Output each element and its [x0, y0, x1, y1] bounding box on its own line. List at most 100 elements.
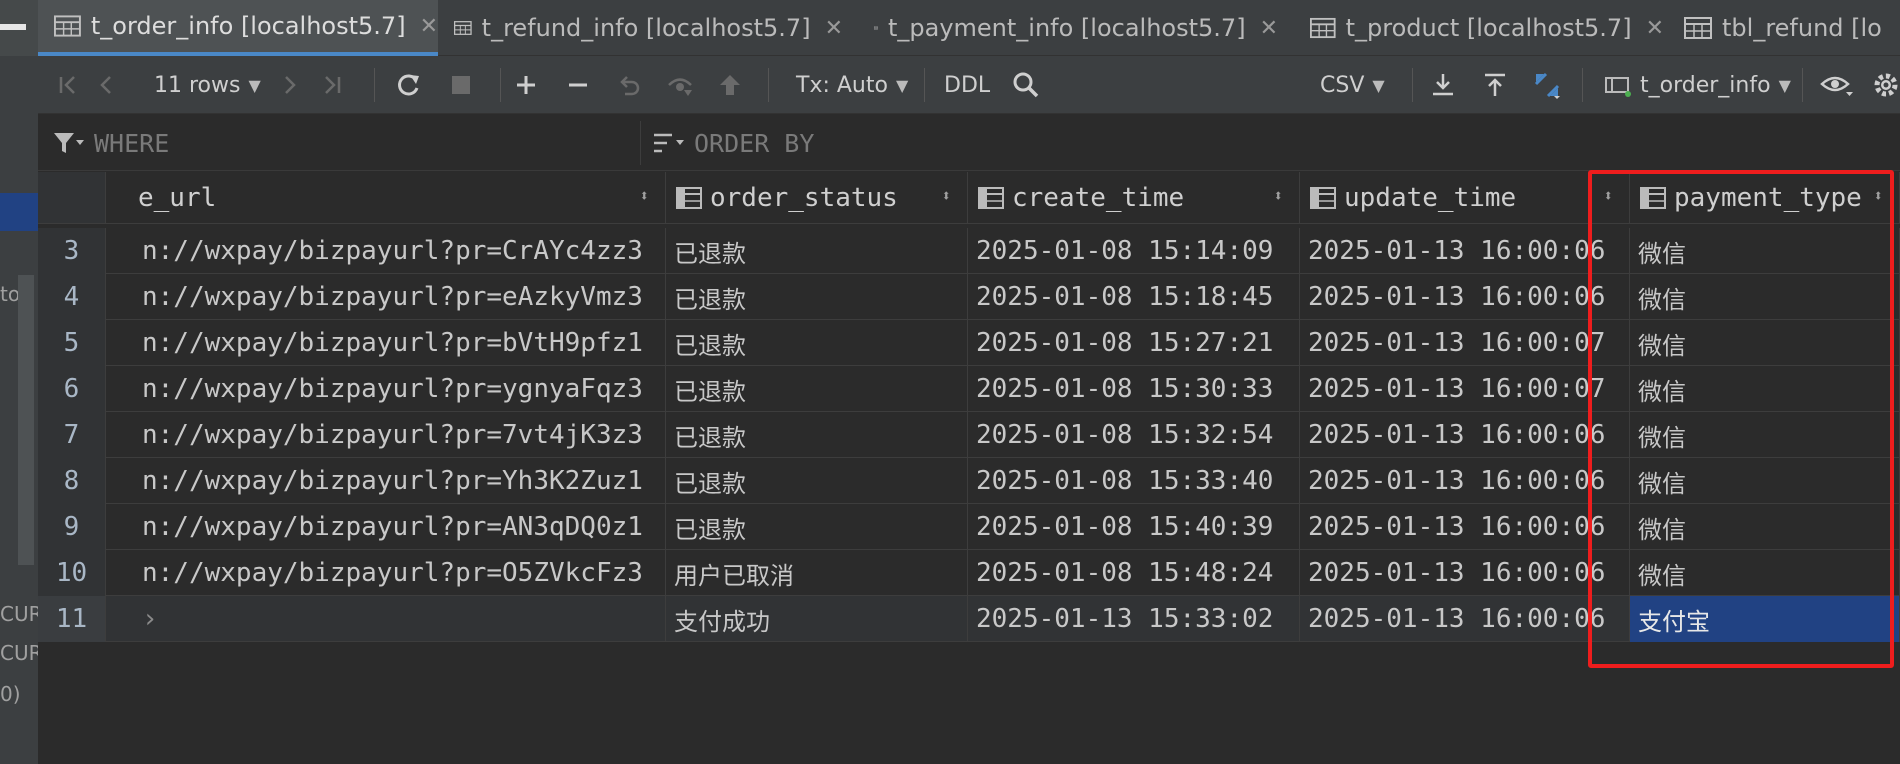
cell-payment-type[interactable]: 微信 — [1630, 504, 1900, 550]
cell-create-time[interactable]: 2025-01-08 15:14:09 — [968, 228, 1300, 274]
cell-order-status[interactable]: 已退款 — [666, 274, 968, 320]
cell-e-url[interactable]: › — [106, 596, 666, 642]
minimize-icon[interactable] — [0, 24, 26, 30]
cell-create-time[interactable]: 2025-01-08 15:18:45 — [968, 274, 1300, 320]
cell-order-status[interactable]: 已退款 — [666, 504, 968, 550]
refresh-button[interactable] — [394, 56, 422, 114]
cell-order-status[interactable]: 已退款 — [666, 412, 968, 458]
column-header-order-status[interactable]: order_status ⬍ — [666, 172, 968, 224]
sidebar-scrollbar[interactable] — [18, 275, 34, 565]
tab-t-payment-info[interactable]: t_payment_info [localhost5.7] ✕ — [858, 0, 1278, 56]
cell-e-url[interactable]: n://wxpay/bizpayurl?pr=bVtH9pfz1 — [106, 320, 666, 366]
tab-t-refund-info[interactable]: t_refund_info [localhost5.7] ✕ — [438, 0, 843, 56]
add-row-button[interactable] — [514, 56, 538, 114]
cell-update-time[interactable]: 2025-01-13 16:00:07 — [1300, 366, 1630, 412]
export-format-dropdown[interactable]: CSV ▼ — [1320, 56, 1385, 114]
cell-payment-type[interactable]: 微信 — [1630, 366, 1900, 412]
cell-update-time[interactable]: 2025-01-13 16:00:06 — [1300, 504, 1630, 550]
where-filter-input[interactable]: WHERE — [52, 115, 632, 171]
selected-tree-item[interactable] — [0, 193, 38, 231]
cell-order-status[interactable]: 已退款 — [666, 366, 968, 412]
previous-page-button[interactable] — [94, 56, 118, 114]
cell-e-url[interactable]: n://wxpay/bizpayurl?pr=eAzkyVmz3 — [106, 274, 666, 320]
table-selector-dropdown[interactable]: t_order_info ▼ — [1604, 56, 1791, 114]
stop-button[interactable] — [450, 56, 472, 114]
cell-e-url[interactable]: n://wxpay/bizpayurl?pr=ygnyaFqz3 — [106, 366, 666, 412]
cell-order-status[interactable]: 已退款 — [666, 228, 968, 274]
cell-payment-type[interactable]: 微信 — [1630, 458, 1900, 504]
cell-order-status[interactable]: 支付成功 — [666, 596, 968, 642]
cell-create-time[interactable]: 2025-01-08 15:40:39 — [968, 504, 1300, 550]
table-row-current[interactable]: 11 › 支付成功 2025-01-13 15:33:02 2025-01-13… — [38, 596, 1900, 642]
table-row[interactable]: 6 n://wxpay/bizpayurl?pr=ygnyaFqz3 已退款 2… — [38, 366, 1900, 412]
cell-update-time[interactable]: 2025-01-13 16:00:06 — [1300, 412, 1630, 458]
close-icon[interactable]: ✕ — [1646, 16, 1664, 41]
cell-update-time[interactable]: 2025-01-13 16:00:07 — [1300, 320, 1630, 366]
cell-order-status[interactable]: 已退款 — [666, 458, 968, 504]
table-row[interactable]: 3 n://wxpay/bizpayurl?pr=CrAYc4zz3 已退款 2… — [38, 228, 1900, 274]
cell-create-time[interactable]: 2025-01-08 15:27:21 — [968, 320, 1300, 366]
row-number[interactable]: 6 — [38, 366, 106, 412]
row-number[interactable]: 5 — [38, 320, 106, 366]
cell-payment-type[interactable]: 微信 — [1630, 550, 1900, 596]
submit-button[interactable] — [718, 56, 742, 114]
column-header-e-url[interactable]: e_url ⬍ — [106, 172, 666, 224]
column-header-payment-type[interactable]: payment_type ⬍ — [1630, 172, 1900, 224]
table-row[interactable]: 4 n://wxpay/bizpayurl?pr=eAzkyVmz3 已退款 2… — [38, 274, 1900, 320]
last-page-button[interactable] — [320, 56, 344, 114]
tab-t-order-info[interactable]: t_order_info [localhost5.7] ✕ — [38, 0, 438, 56]
row-number[interactable]: 8 — [38, 458, 106, 504]
ddl-button[interactable]: DDL — [944, 56, 990, 114]
transaction-mode-dropdown[interactable]: Tx: Auto ▼ — [796, 56, 908, 114]
search-button[interactable] — [1012, 56, 1040, 114]
sort-arrows-icon[interactable]: ⬍ — [1273, 186, 1283, 205]
cell-create-time[interactable]: 2025-01-08 15:30:33 — [968, 366, 1300, 412]
cell-create-time[interactable]: 2025-01-08 15:33:40 — [968, 458, 1300, 504]
cell-e-url[interactable]: n://wxpay/bizpayurl?pr=AN3qDQ0z1 — [106, 504, 666, 550]
sort-arrows-icon[interactable]: ⬍ — [639, 186, 649, 205]
close-icon[interactable]: ✕ — [825, 16, 843, 41]
cell-update-time[interactable]: 2025-01-13 16:00:06 — [1300, 274, 1630, 320]
table-row[interactable]: 7 n://wxpay/bizpayurl?pr=7vt4jK3z3 已退款 2… — [38, 412, 1900, 458]
row-number[interactable]: 4 — [38, 274, 106, 320]
close-icon[interactable]: ✕ — [1260, 16, 1278, 41]
cell-order-status[interactable]: 已退款 — [666, 320, 968, 366]
sort-arrows-icon[interactable]: ⬍ — [1873, 186, 1883, 205]
export-button[interactable] — [1430, 56, 1456, 114]
cell-payment-type-selected[interactable]: 支付宝 — [1630, 596, 1900, 642]
delete-row-button[interactable] — [566, 56, 590, 114]
table-row[interactable]: 9 n://wxpay/bizpayurl?pr=AN3qDQ0z1 已退款 2… — [38, 504, 1900, 550]
cell-update-time[interactable]: 2025-01-13 16:00:06 — [1300, 458, 1630, 504]
sort-arrows-icon[interactable]: ⬍ — [941, 186, 951, 205]
cell-order-status[interactable]: 用户已取消 — [666, 550, 968, 596]
view-options-button[interactable] — [1820, 56, 1854, 114]
cell-update-time[interactable]: 2025-01-13 16:00:06 — [1300, 550, 1630, 596]
rows-count-dropdown[interactable]: 11 rows ▼ — [154, 56, 261, 114]
cell-payment-type[interactable]: 微信 — [1630, 320, 1900, 366]
cell-e-url[interactable]: n://wxpay/bizpayurl?pr=CrAYc4zz3 — [106, 228, 666, 274]
cell-e-url[interactable]: n://wxpay/bizpayurl?pr=Yh3K2Zuz1 — [106, 458, 666, 504]
compare-button[interactable] — [1532, 56, 1562, 114]
preview-changes-button[interactable] — [666, 56, 694, 114]
row-number[interactable]: 7 — [38, 412, 106, 458]
cell-update-time[interactable]: 2025-01-13 16:00:06 — [1300, 228, 1630, 274]
sort-arrows-icon[interactable]: ⬍ — [1603, 186, 1613, 205]
cell-e-url[interactable]: n://wxpay/bizpayurl?pr=O5ZVkcFz3 — [106, 550, 666, 596]
cell-create-time[interactable]: 2025-01-08 15:48:24 — [968, 550, 1300, 596]
table-row[interactable]: 5 n://wxpay/bizpayurl?pr=bVtH9pfz1 已退款 2… — [38, 320, 1900, 366]
cell-create-time[interactable]: 2025-01-08 15:32:54 — [968, 412, 1300, 458]
order-by-input[interactable]: ORDER BY — [652, 115, 1892, 171]
cell-payment-type[interactable]: 微信 — [1630, 228, 1900, 274]
table-row[interactable]: 10 n://wxpay/bizpayurl?pr=O5ZVkcFz3 用户已取… — [38, 550, 1900, 596]
table-row[interactable]: 8 n://wxpay/bizpayurl?pr=Yh3K2Zuz1 已退款 2… — [38, 458, 1900, 504]
cell-update-time[interactable]: 2025-01-13 16:00:06 — [1300, 596, 1630, 642]
row-number[interactable]: 3 — [38, 228, 106, 274]
column-header-update-time[interactable]: update_time ⬍ — [1300, 172, 1630, 224]
settings-button[interactable] — [1872, 56, 1900, 114]
row-number[interactable]: 11 — [38, 596, 106, 642]
row-number[interactable]: 9 — [38, 504, 106, 550]
revert-button[interactable] — [616, 56, 642, 114]
cell-e-url[interactable]: n://wxpay/bizpayurl?pr=7vt4jK3z3 — [106, 412, 666, 458]
cell-create-time[interactable]: 2025-01-13 15:33:02 — [968, 596, 1300, 642]
first-page-button[interactable] — [56, 56, 80, 114]
